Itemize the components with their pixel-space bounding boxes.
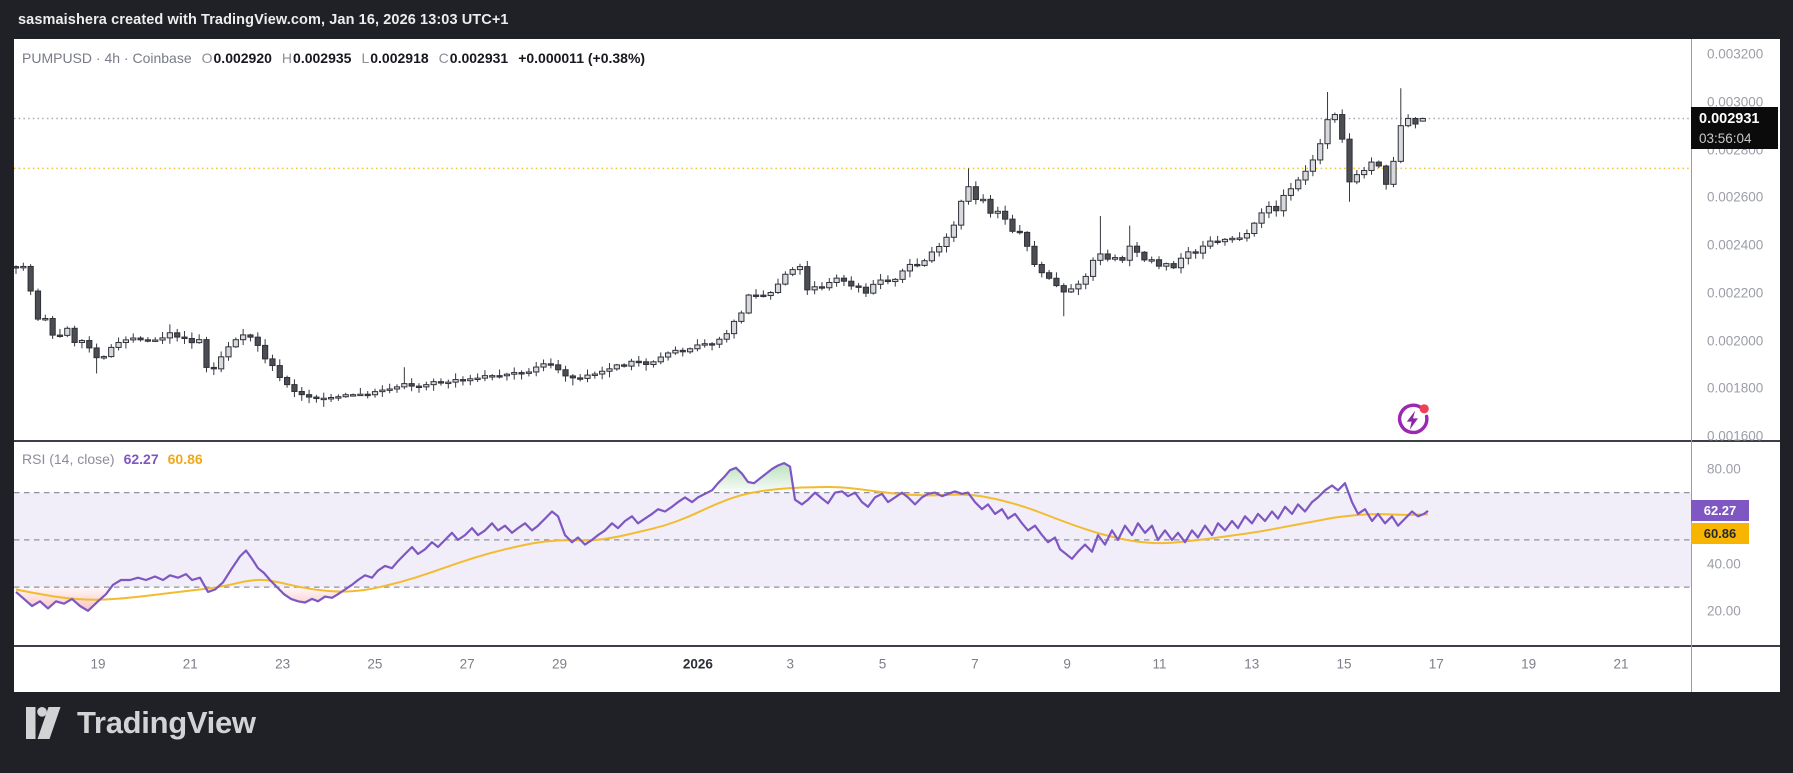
- time-axis-label: 19: [90, 656, 106, 672]
- price-axis-label: 0.001800: [1707, 380, 1764, 396]
- ohlc-close: C0.002931: [438, 50, 509, 66]
- ohlc-high: H0.002935: [281, 50, 352, 66]
- tradingview-branding[interactable]: TradingView: [26, 705, 256, 741]
- rsi-header: RSI (14, close) 62.27 60.86: [22, 451, 203, 467]
- price-chart-canvas[interactable]: [14, 39, 1780, 692]
- time-axis-label: 11: [1152, 656, 1167, 672]
- bar-countdown: 03:56:04: [1699, 130, 1752, 146]
- price-axis-label: 0.001600: [1707, 428, 1764, 444]
- time-axis-label: 25: [367, 656, 383, 672]
- candles-layer: [14, 88, 1426, 407]
- rsi-axis-label: 20.00: [1707, 603, 1741, 619]
- time-axis[interactable]: 19 21 23 25 27 29 2026 3 5 7 9 11 13 15 17 19 21: [14, 646, 1691, 692]
- time-axis-label: 19: [1521, 656, 1537, 672]
- time-axis-label: 17: [1428, 656, 1444, 672]
- last-price-label: 0.002931 03:56:04: [1691, 107, 1778, 149]
- tradingview-snapshot: sasmaishera created with TradingView.com…: [0, 0, 1793, 773]
- ohlc-low: L0.002918: [361, 50, 429, 66]
- symbol-title[interactable]: PUMPUSD · 4h · Coinbase: [22, 50, 192, 66]
- rsi-value: 62.27: [123, 451, 159, 467]
- time-axis-label: 3: [786, 656, 795, 672]
- time-axis-label: 21: [182, 656, 198, 672]
- attribution-bar: sasmaishera created with TradingView.com…: [0, 0, 1793, 39]
- rsi-ma-value: 60.86: [167, 451, 203, 467]
- lightning-logo-icon: [1393, 400, 1433, 445]
- time-axis-label: 9: [1063, 656, 1071, 672]
- symbol-header: PUMPUSD · 4h · Coinbase O0.002920 H0.002…: [22, 50, 645, 66]
- price-axis-label: 0.002400: [1707, 237, 1764, 253]
- time-axis-label: 7: [971, 656, 979, 672]
- time-axis-label: 21: [1613, 656, 1629, 672]
- price-axis-label: 0.002600: [1707, 189, 1764, 205]
- time-axis-label: 23: [275, 656, 291, 672]
- rsi-axis-label: 40.00: [1707, 556, 1741, 571]
- price-change: +0.000011 (+0.38%): [518, 50, 646, 66]
- main-pane: [14, 88, 1691, 407]
- rsi-ma-axis-value-label: 60.86: [1691, 523, 1749, 544]
- last-price-value: 0.002931: [1699, 110, 1760, 127]
- price-axis[interactable]: 0.002931 03:56:04 62.27 60.86 0.003200 0.…: [1691, 39, 1780, 646]
- attribution-text: sasmaishera created with TradingView.com…: [18, 11, 509, 28]
- price-axis-label: 0.003200: [1707, 46, 1764, 62]
- rsi-axis-label: 80.00: [1707, 461, 1741, 477]
- time-axis-label: 27: [459, 656, 475, 672]
- price-axis-label: 0.002200: [1707, 285, 1764, 301]
- rsi-axis-value-label: 62.27: [1691, 500, 1749, 521]
- tradingview-wordmark: TradingView: [77, 705, 256, 740]
- price-axis-label: 0.002000: [1707, 333, 1764, 348]
- time-axis-label: 5: [878, 656, 887, 672]
- time-axis-label: 29: [551, 656, 568, 672]
- rsi-pane: [14, 462, 1691, 612]
- ohlc-open: O0.002920: [201, 50, 272, 66]
- rsi-title[interactable]: RSI (14, close): [22, 451, 115, 467]
- time-axis-label: 15: [1336, 656, 1352, 672]
- time-axis-label: 2026: [682, 656, 713, 672]
- time-axis-label: 13: [1244, 656, 1260, 672]
- tradingview-logo-icon: [26, 707, 61, 739]
- chart-card: PUMPUSD · 4h · Coinbase O0.002920 H0.002…: [14, 39, 1780, 692]
